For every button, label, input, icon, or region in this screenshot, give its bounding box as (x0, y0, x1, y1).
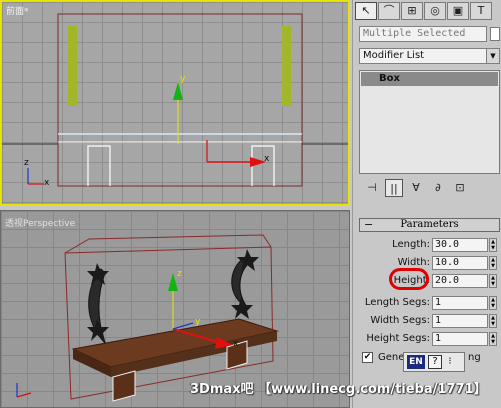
corner-x-label: x (44, 178, 50, 188)
param-width-row: Width: 10.0 ▲ ▼ (359, 256, 500, 272)
spinner-icon[interactable]: ▲ ▼ (489, 314, 497, 328)
length-field[interactable]: 30.0 (432, 238, 488, 252)
utilities-icon: T (477, 4, 485, 17)
command-panel: ↖ ⌒ ⊞ ◎ ▣ T Multiple Selected Modifier L… (352, 0, 501, 408)
remove-modifier-icon[interactable]: ∂ (429, 179, 447, 197)
param-width-segs-row: Width Segs: 1 ▲ ▼ (359, 314, 500, 330)
gizmo-x-label: x (264, 154, 270, 164)
pointer-icon: ↖ (361, 4, 371, 17)
gizmo-y-arrow (173, 82, 183, 100)
make-unique-icon[interactable]: ∀ (407, 179, 425, 197)
gizmo-x-label: x (233, 339, 239, 349)
right-post (282, 26, 291, 106)
spinner-icon[interactable]: ▲ ▼ (489, 296, 497, 310)
utilities-tab[interactable]: T (470, 2, 492, 20)
gizmo-y-label: y (180, 74, 186, 84)
param-height-row: Height: 20.0 ▲ ▼ (359, 274, 500, 290)
chevron-down-icon: ▼ (486, 49, 499, 63)
motion-tab[interactable]: ◎ (424, 2, 446, 20)
param-label: Length Segs: (364, 297, 430, 308)
generate-mapping-label: Gene (378, 352, 405, 363)
display-tab[interactable]: ▣ (447, 2, 469, 20)
stack-item-box[interactable]: Box (361, 72, 498, 86)
watermark: 3Dmax吧 【www.linecg.com/tieba/1771】 (190, 382, 487, 397)
language-indicator[interactable]: EN (407, 355, 425, 369)
selection-name-field[interactable]: Multiple Selected (359, 26, 487, 42)
ime-toolbar[interactable]: EN ? ⁝ (403, 352, 465, 372)
hierarchy-icon: ⊞ (407, 4, 417, 17)
show-end-result-icon[interactable]: || (385, 179, 403, 197)
generate-mapping-checkbox[interactable]: ✔ (362, 352, 373, 363)
param-label: Length: (392, 239, 430, 250)
gizmo-y-label: y (195, 317, 201, 327)
height-segs-field[interactable]: 1 (432, 332, 488, 346)
width-segs-field[interactable]: 1 (432, 314, 488, 328)
spinner-icon[interactable]: ▲ ▼ (489, 256, 497, 270)
modify-tab[interactable]: ⌒ (378, 2, 400, 20)
ime-menu-icon[interactable]: ⁝ (445, 355, 455, 369)
motion-icon: ◎ (430, 4, 440, 17)
stack-toolbar: ⊣ || ∀ ∂ ⊡ (359, 178, 500, 198)
generate-mapping-label-tail: ng (468, 352, 481, 363)
modifier-stack[interactable]: Box (359, 70, 500, 174)
spinner-icon[interactable]: ▲ ▼ (489, 274, 497, 288)
width-field[interactable]: 10.0 (432, 256, 488, 270)
gizmo-z-label: z (177, 269, 182, 279)
modifier-list-label: Modifier List (363, 50, 425, 61)
spinner-icon[interactable]: ▲ ▼ (489, 332, 497, 346)
length-segs-field[interactable]: 1 (432, 296, 488, 310)
command-panel-tabs: ↖ ⌒ ⊞ ◎ ▣ T (353, 0, 501, 22)
front-viewport[interactable]: 前面* y x z x (0, 0, 350, 206)
create-tab[interactable]: ↖ (355, 2, 377, 20)
left-leg (87, 145, 111, 186)
front-viewport-scene (2, 13, 348, 187)
left-star-bottom (87, 319, 109, 341)
object-color-swatch[interactable] (490, 27, 500, 41)
right-leg (251, 145, 275, 186)
height-highlight-annotation (389, 268, 429, 290)
pin-stack-icon[interactable]: ⊣ (363, 179, 381, 197)
display-icon: ▣ (452, 4, 464, 17)
rollout-title: Parameters (400, 219, 459, 230)
right-star-bottom (231, 297, 253, 319)
param-label: Width Segs: (370, 315, 430, 326)
app-window: 前面* y x z x 透视Perspective z y x ↖ ⌒ ⊞ ◎ … (0, 0, 501, 408)
parameters-rollout-header[interactable]: − Parameters (359, 218, 500, 232)
help-icon[interactable]: ? (428, 355, 442, 369)
corner-x-axis (16, 392, 32, 398)
param-label: Height Segs: (366, 333, 430, 344)
left-post (68, 26, 77, 106)
param-label: Width: (397, 257, 430, 268)
param-length-row: Length: 30.0 ▲ ▼ (359, 238, 500, 254)
param-length-segs-row: Length Segs: 1 ▲ ▼ (359, 296, 500, 312)
spinner-icon[interactable]: ▲ ▼ (489, 238, 497, 252)
height-field[interactable]: 20.0 (432, 274, 488, 288)
modifier-list-dropdown[interactable]: Modifier List ▼ (359, 48, 500, 64)
hierarchy-tab[interactable]: ⊞ (401, 2, 423, 20)
param-height-segs-row: Height Segs: 1 ▲ ▼ (359, 332, 500, 348)
configure-modifier-sets-icon[interactable]: ⊡ (451, 179, 469, 197)
bend-icon: ⌒ (383, 4, 395, 17)
corner-z-label: z (24, 158, 29, 168)
